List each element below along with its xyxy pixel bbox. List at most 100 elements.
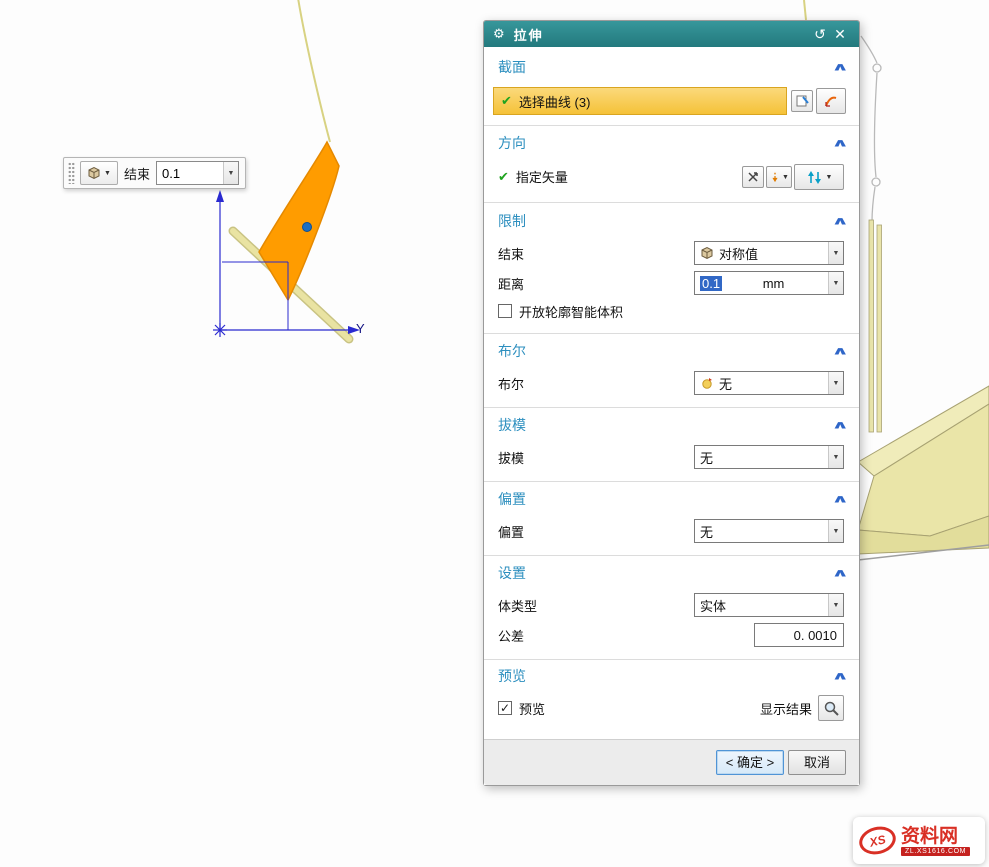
collapse-icon[interactable]: ∧: [832, 669, 850, 683]
extrude-dialog: ⚙ 拉伸 ↺ ✕ 截面 ∧ ✔ 选择曲线 (3): [483, 20, 860, 786]
boolean-label: 布尔: [498, 374, 524, 393]
body-type-row: 体类型 实体 ▼: [498, 593, 844, 617]
mast-curve-line[interactable]: [298, 0, 330, 142]
group-header-boolean[interactable]: 布尔 ∧: [498, 341, 846, 361]
reverse-direction-button[interactable]: ▼: [794, 164, 844, 190]
sail-section[interactable]: [259, 142, 339, 300]
open-profile-checkbox[interactable]: [498, 304, 512, 318]
dialog-footer: < 确定 > 取消: [484, 739, 859, 785]
end-label: 结束: [498, 244, 524, 263]
offset-label: 偏置: [498, 522, 524, 541]
mast-line-top-right[interactable]: [804, 0, 806, 20]
mini-distance-value: 0.1: [162, 166, 180, 181]
group-header-draft[interactable]: 拔模 ∧: [498, 415, 846, 435]
ok-button[interactable]: < 确定 >: [716, 750, 784, 775]
floating-distance-toolbar: ▼ 结束 0.1 ▼: [63, 157, 246, 189]
sketch-section-button[interactable]: [791, 90, 813, 112]
reset-button[interactable]: ↺: [810, 26, 830, 43]
boolean-dropdown[interactable]: 无 ▼: [694, 371, 844, 395]
origin-marker[interactable]: [213, 323, 227, 337]
collapse-icon[interactable]: ∧: [832, 136, 850, 150]
distance-value[interactable]: 0.1: [700, 276, 722, 291]
select-curve-label: 选择曲线 (3): [519, 92, 591, 111]
right-masts[interactable]: [869, 220, 882, 432]
collapse-icon[interactable]: ∧: [832, 418, 850, 432]
watermark-name: 资料网: [901, 826, 958, 847]
chevron-down-icon[interactable]: ▼: [828, 594, 843, 616]
group-header-preview[interactable]: 预览 ∧: [498, 666, 846, 686]
group-header-section[interactable]: 截面 ∧: [498, 57, 846, 77]
end-value: 对称值: [719, 244, 758, 263]
chevron-down-icon[interactable]: ▼: [828, 372, 843, 394]
distance-input[interactable]: 0.1 mm ▼: [694, 271, 844, 295]
section-point-handle[interactable]: [303, 223, 312, 232]
dialog-titlebar[interactable]: ⚙ 拉伸 ↺ ✕: [484, 21, 859, 47]
boolean-value: 无: [719, 374, 732, 393]
gear-icon[interactable]: ⚙: [493, 26, 505, 42]
magnifier-icon: [823, 700, 840, 717]
dialog-body: 截面 ∧ ✔ 选择曲线 (3): [484, 47, 859, 785]
end-row: 结束 对称值 ▼: [498, 241, 844, 265]
group-header-direction[interactable]: 方向 ∧: [498, 133, 846, 153]
chevron-down-icon: ▼: [782, 174, 789, 181]
collapse-icon[interactable]: ∧: [832, 492, 850, 506]
tolerance-input[interactable]: 0. 0010: [754, 623, 844, 647]
separator: [484, 659, 859, 660]
check-icon: ✔: [501, 93, 512, 109]
drag-handle[interactable]: [68, 162, 75, 184]
mini-end-label: 结束: [124, 164, 150, 183]
collapse-icon[interactable]: ∧: [832, 344, 850, 358]
collapse-icon[interactable]: ∧: [832, 214, 850, 228]
preview-checkbox[interactable]: ✓: [498, 701, 512, 715]
show-result-button[interactable]: [818, 695, 844, 721]
cube-icon: [700, 246, 714, 260]
body-type-value: 实体: [700, 596, 726, 615]
chevron-down-icon[interactable]: ▼: [828, 520, 843, 542]
collapse-icon[interactable]: ∧: [832, 566, 850, 580]
offset-dropdown[interactable]: 无 ▼: [694, 519, 844, 543]
tolerance-label: 公差: [498, 626, 524, 645]
dialog-title: 拉伸: [514, 25, 544, 44]
offset-row: 偏置 无 ▼: [498, 519, 844, 543]
collapse-icon[interactable]: ∧: [832, 60, 850, 74]
body-type-dropdown[interactable]: 实体 ▼: [694, 593, 844, 617]
check-icon: ✔: [498, 169, 509, 185]
vector-icon: [746, 170, 760, 184]
vector-dialog-button[interactable]: [742, 166, 764, 188]
chevron-down-icon[interactable]: ▼: [828, 272, 843, 294]
offset-value: 无: [700, 522, 713, 541]
group-header-limits[interactable]: 限制 ∧: [498, 211, 846, 231]
chevron-down-icon[interactable]: ▼: [223, 162, 238, 184]
select-curve-field[interactable]: ✔ 选择曲线 (3): [493, 87, 787, 115]
curve-section-button[interactable]: [816, 88, 846, 114]
group-header-offset[interactable]: 偏置 ∧: [498, 489, 846, 509]
chevron-down-icon[interactable]: ▼: [828, 446, 843, 468]
curve-icon: [823, 94, 839, 109]
preview-label: 预览: [519, 699, 545, 718]
close-button[interactable]: ✕: [830, 26, 850, 43]
group-header-settings[interactable]: 设置 ∧: [498, 563, 846, 583]
tolerance-row: 公差 0. 0010: [498, 623, 844, 647]
separator: [484, 407, 859, 408]
draft-dropdown[interactable]: 无 ▼: [694, 445, 844, 469]
separator: [484, 481, 859, 482]
end-type-button[interactable]: ▼: [80, 161, 118, 185]
show-result-label: 显示结果: [760, 699, 812, 718]
y-axis-label: Y: [356, 321, 365, 336]
mini-distance-input[interactable]: 0.1 ▼: [156, 161, 239, 185]
body-type-label: 体类型: [498, 596, 537, 615]
open-profile-row: 开放轮廓智能体积: [498, 302, 859, 320]
separator: [484, 555, 859, 556]
section-row: ✔ 选择曲线 (3): [484, 87, 859, 115]
direction-row: ✔ 指定矢量 ▼: [484, 163, 859, 191]
cancel-button[interactable]: 取消: [788, 750, 846, 775]
end-type-dropdown[interactable]: 对称值 ▼: [694, 241, 844, 265]
vector-type-button[interactable]: ▼: [766, 166, 792, 188]
draft-row: 拔模 无 ▼: [498, 445, 844, 469]
arrow-down-icon: [769, 170, 781, 184]
rigging-wires: [861, 36, 881, 222]
separator: [484, 333, 859, 334]
chevron-down-icon[interactable]: ▼: [828, 242, 843, 264]
screen: Y ▼ 结束 0.1 ▼ ⚙ 拉伸 ↺ ✕ 截面 ∧: [0, 0, 989, 867]
preview-row: ✓ 预览 显示结果: [498, 695, 844, 721]
